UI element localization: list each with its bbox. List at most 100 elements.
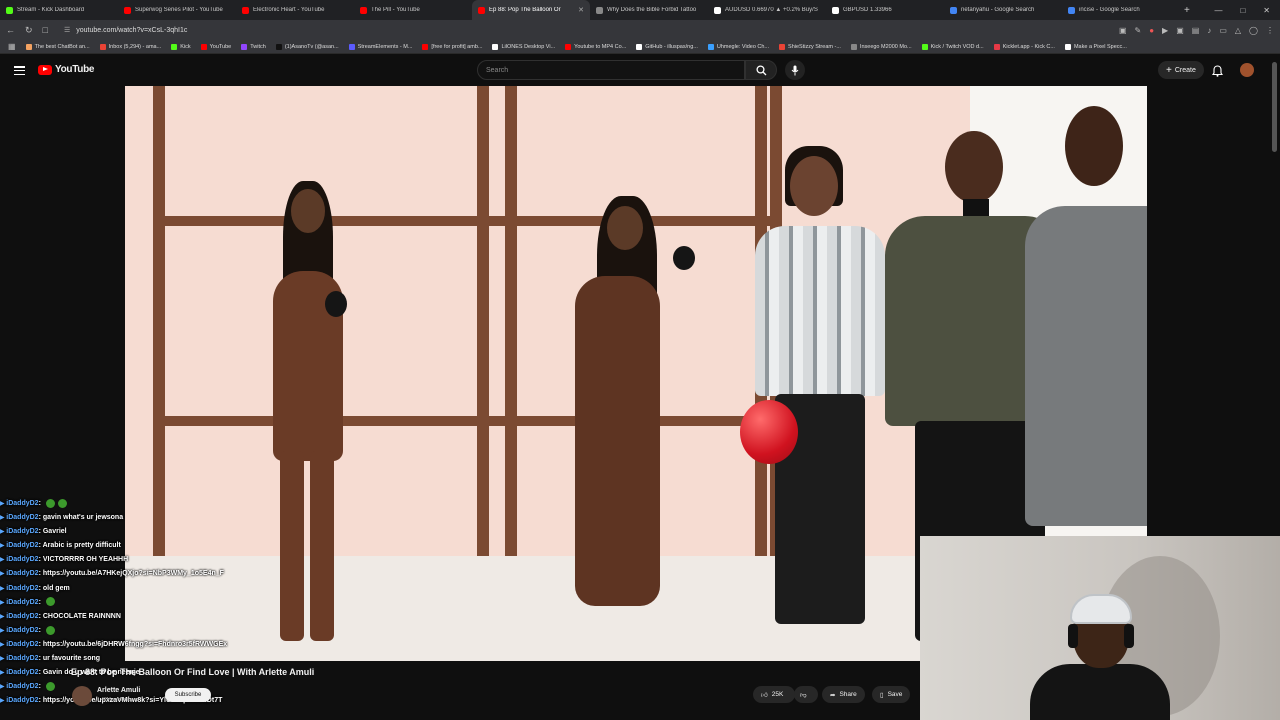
extension-icon[interactable]: ♪: [1207, 26, 1211, 35]
new-tab-icon[interactable]: +: [1184, 5, 1190, 16]
extension-icon[interactable]: ▤: [1192, 26, 1200, 35]
bookmark-page-icon[interactable]: □: [43, 25, 48, 35]
chat-message: ▶ iDaddyD2: Gavriel: [0, 525, 260, 539]
search-button[interactable]: [745, 60, 777, 80]
browser-tab[interactable]: Superwog Series Pilot - YouTube: [118, 0, 236, 20]
dislike-button[interactable]: 👎︎: [794, 686, 818, 703]
bookmark-item[interactable]: Twitch: [241, 43, 266, 50]
bookmark-favicon-icon: [275, 43, 282, 50]
chat-username: iDaddyD2: [6, 500, 39, 507]
left-background: [0, 86, 125, 506]
webcam-person-body: [1030, 664, 1170, 720]
extension-icon[interactable]: ▣: [1176, 26, 1184, 35]
close-window-icon[interactable]: ✕: [1263, 6, 1270, 15]
notifications-bell-icon[interactable]: [1211, 64, 1224, 82]
bookmark-item[interactable]: StreamElements - M...: [348, 43, 412, 50]
browser-tab[interactable]: Why Does the Bible Forbid Tattoo: [590, 0, 708, 20]
extension-icon[interactable]: △: [1235, 26, 1241, 35]
scene-person: [745, 146, 895, 626]
bookmark-item[interactable]: Kicklet.app - Kick C...: [993, 43, 1055, 50]
youtube-play-icon: [38, 64, 52, 75]
tab-title: incise - Google Search: [1079, 7, 1140, 13]
bookmark-item[interactable]: Kick: [171, 43, 191, 50]
channel-name[interactable]: Arlette Amuli: [97, 687, 140, 694]
browser-tab[interactable]: Stream - Kick Dashboard: [0, 0, 118, 20]
close-tab-icon[interactable]: ✕: [578, 6, 584, 14]
like-button[interactable]: 👍︎ 25K: [753, 686, 795, 703]
browser-tab[interactable]: AUDUSD 0.66970 ▲ +0.2% Buy/S: [708, 0, 826, 20]
bookmark-item[interactable]: Kick / Twitch VOD d...: [921, 43, 984, 50]
tab-title: AUDUSD 0.66970 ▲ +0.2% Buy/S: [725, 7, 818, 13]
tab-favicon-icon: [6, 6, 13, 14]
browser-tab[interactable]: Ep 88: Pop The Balloon Or ✕: [472, 0, 590, 20]
voice-search-button[interactable]: [785, 60, 805, 80]
tab-favicon-icon: [714, 6, 721, 14]
scene-person: [1025, 106, 1147, 526]
minimize-icon[interactable]: —: [1214, 6, 1222, 15]
browser-tab[interactable]: incise - Google Search: [1062, 0, 1180, 20]
chat-message: ▶ iDaddyD2:: [0, 596, 260, 610]
browser-tab[interactable]: netanyahu - Google Search: [944, 0, 1062, 20]
bookmark-item[interactable]: Inbox (5,294) - ama...: [99, 43, 161, 50]
url-field[interactable]: ☰ youtube.com/watch?v=xCsL-3qhI1c: [58, 23, 1109, 37]
bookmark-favicon-icon: [25, 43, 32, 50]
search-input[interactable]: Search: [477, 60, 745, 80]
browser-tab[interactable]: GBPUSD 1.33966: [826, 0, 944, 20]
bookmark-favicon-icon: [241, 43, 248, 50]
tab-title: Why Does the Bible Forbid Tattoo: [607, 7, 697, 13]
tab-title: netanyahu - Google Search: [961, 7, 1035, 13]
bookmark-item[interactable]: (1)AsanoTv (@asan...: [275, 43, 339, 50]
headphones-icon: [1068, 624, 1078, 648]
bookmark-item[interactable]: [free for profit] amb...: [422, 43, 482, 50]
bookmark-item[interactable]: LilONES Desktop Vi...: [492, 43, 556, 50]
browser-tab[interactable]: The Pill - YouTube: [354, 0, 472, 20]
extension-icon[interactable]: ▭: [1219, 26, 1227, 35]
bookmark-label: ShieStizzy Stream -...: [788, 43, 841, 50]
bookmark-item[interactable]: YouTube: [200, 43, 231, 50]
share-button[interactable]: ➦ Share: [822, 686, 865, 703]
restore-icon[interactable]: □: [1240, 6, 1245, 15]
extension-icon[interactable]: ▶: [1162, 26, 1168, 35]
tab-favicon-icon: [1068, 6, 1075, 14]
chat-message: ▶ iDaddyD2: CHOCOLATE RAINNNN: [0, 610, 260, 624]
scene-frame: [153, 216, 773, 226]
bookmark-label: Inseego M2000 Mo...: [859, 43, 912, 50]
youtube-logo[interactable]: YouTube: [38, 64, 95, 75]
account-avatar[interactable]: [1240, 63, 1254, 77]
chat-username: iDaddyD2: [6, 528, 39, 536]
webcam-beanie: [1070, 594, 1132, 624]
profile-icon[interactable]: ◯: [1249, 26, 1258, 35]
tab-title: Ep 88: Pop The Balloon Or: [489, 7, 561, 13]
chat-separator: :: [38, 683, 43, 691]
video-title: Ep 88: Pop The Balloon Or Find Love | Wi…: [71, 667, 315, 677]
chat-message: ▶ iDaddyD2: https://youtu.be/A7HKejQXjo?…: [0, 567, 260, 581]
browser-tab[interactable]: Electronic Heart - YouTube: [236, 0, 354, 20]
page-scrollbar[interactable]: [1272, 62, 1277, 152]
bookmark-item[interactable]: Inseego M2000 Mo...: [850, 43, 912, 50]
bookmark-label: Kick: [180, 43, 191, 50]
extension-icon[interactable]: ▣: [1119, 26, 1127, 35]
bookmark-item[interactable]: Uhmegle: Video Ch...: [707, 43, 769, 50]
save-button[interactable]: ▯ Save: [872, 686, 911, 703]
bookmark-item[interactable]: Make a Pixel Specc...: [1064, 43, 1127, 50]
menu-hamburger-icon[interactable]: [14, 66, 25, 75]
subscribe-button[interactable]: Subscribe: [165, 688, 211, 702]
channel-avatar[interactable]: [72, 686, 92, 706]
bookmark-label: Twitch: [250, 43, 266, 50]
bookmark-label: LilONES Desktop Vi...: [501, 43, 556, 50]
extension-icon[interactable]: ✎: [1135, 26, 1142, 35]
reload-icon[interactable]: ↻: [25, 25, 33, 36]
menu-icon[interactable]: ⋮: [1266, 26, 1274, 35]
back-arrow-icon[interactable]: ←: [6, 25, 15, 35]
bookmark-item[interactable]: GitHub - illuspas/ng...: [636, 43, 698, 50]
site-info-icon[interactable]: ☰: [64, 26, 70, 34]
chat-emote-icon: [57, 498, 67, 508]
extension-icon[interactable]: ●: [1149, 26, 1154, 35]
bookmark-item[interactable]: ShieStizzy Stream -...: [779, 43, 841, 50]
bookmark-label: Youtube to MP4 Co...: [574, 43, 627, 50]
create-button[interactable]: + Create: [1158, 61, 1204, 79]
bookmark-favicon-icon: [707, 43, 714, 50]
apps-icon[interactable]: ▦: [8, 42, 16, 51]
bookmark-item[interactable]: Youtube to MP4 Co...: [565, 43, 627, 50]
bookmark-item[interactable]: The best ChatBot an...: [25, 43, 90, 50]
